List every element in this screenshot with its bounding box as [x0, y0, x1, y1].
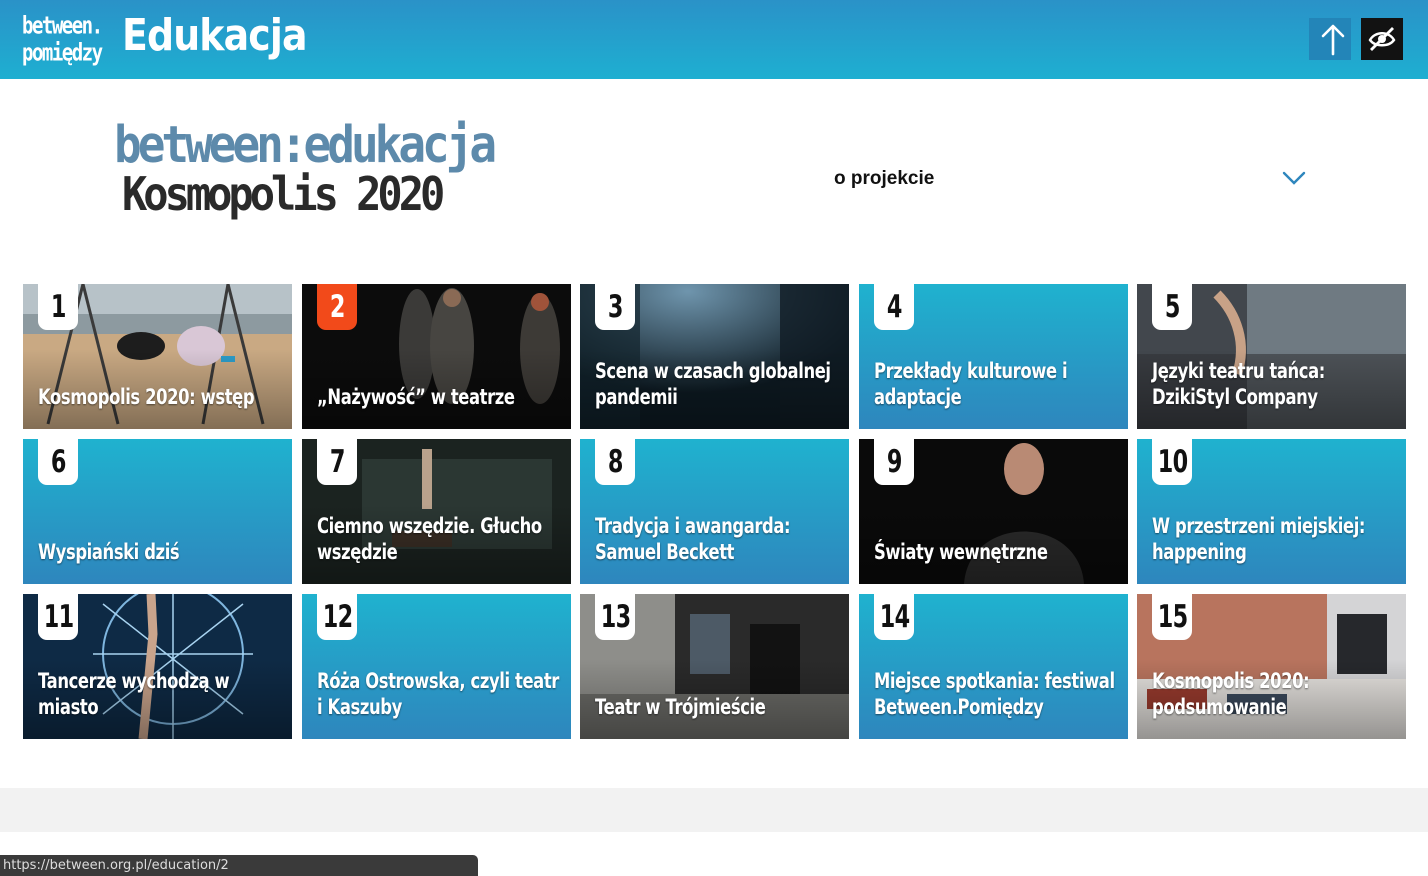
- tile-number: 9: [874, 439, 914, 485]
- footer-band: [0, 788, 1428, 832]
- logo-line-1: between:edukacja: [114, 114, 497, 175]
- tile-title: „Nażywość” w teatrze: [317, 385, 515, 409]
- tile-title: Ciemno wszędzie. Głucho wszędzie: [317, 514, 542, 564]
- tile-title: Scena w czasach globalnej pandemii: [595, 359, 831, 409]
- tile-number: 2: [317, 284, 357, 330]
- tile-number: 3: [595, 284, 635, 330]
- tile-title: Przekłady kulturowe i adaptacje: [874, 359, 1068, 409]
- tile-number: 4: [874, 284, 914, 330]
- tile-number: 15: [1152, 594, 1192, 640]
- logo-line-2: Kosmopolis 2020: [122, 166, 445, 221]
- tile-number: 6: [38, 439, 78, 485]
- brand-logo[interactable]: between. pomiędzy: [22, 12, 103, 67]
- tile-title: Kosmopolis 2020: podsumowanie: [1152, 669, 1310, 719]
- lesson-tile-7[interactable]: 7 Ciemno wszędzie. Głucho wszędzie: [302, 439, 571, 584]
- lesson-tile-15[interactable]: 15 Kosmopolis 2020: podsumowanie: [1137, 594, 1406, 739]
- lesson-tile-8[interactable]: 8 Tradycja i awangarda: Samuel Beckett: [580, 439, 849, 584]
- lesson-tile-4[interactable]: 4 Przekłady kulturowe i adaptacje: [859, 284, 1128, 429]
- lesson-tile-14[interactable]: 14 Miejsce spotkania: festiwal Between.P…: [859, 594, 1128, 739]
- tile-number: 10: [1152, 439, 1192, 485]
- lesson-tile-13[interactable]: 13 Teatr w Trójmieście: [580, 594, 849, 739]
- lesson-tile-11[interactable]: 11 Tancerze wychodzą w miasto: [23, 594, 292, 739]
- tile-number: 1: [38, 284, 78, 330]
- tile-title: Języki teatru tańca: DzikiStyl Company: [1152, 359, 1325, 409]
- about-project-toggle[interactable]: o projekcie: [834, 168, 934, 190]
- tile-number: 14: [874, 594, 914, 640]
- tile-title: Tancerze wychodzą w miasto: [38, 669, 230, 719]
- tile-title: Róża Ostrowska, czyli teatr i Kaszuby: [317, 669, 559, 719]
- lesson-tile-2[interactable]: 2 „Nażywość” w teatrze: [302, 284, 571, 429]
- tile-title: Miejsce spotkania: festiwal Between.Pomi…: [874, 669, 1115, 719]
- kosmopolis-logo: between:edukacja Kosmopolis 2020: [114, 116, 498, 220]
- brand-line-1: between.: [22, 12, 103, 40]
- chevron-down-icon[interactable]: [1282, 170, 1306, 186]
- contrast-toggle-button[interactable]: [1361, 18, 1403, 60]
- page-title: Edukacja: [122, 10, 307, 61]
- lesson-tile-3[interactable]: 3 Scena w czasach globalnej pandemii: [580, 284, 849, 429]
- arrow-up-icon: [1321, 24, 1345, 56]
- status-bar-url: https://between.org.pl/education/2: [0, 855, 478, 876]
- lesson-tile-1[interactable]: 1 Kosmopolis 2020: wstęp: [23, 284, 292, 429]
- lesson-tile-5[interactable]: 5 Języki teatru tańca: DzikiStyl Company: [1137, 284, 1406, 429]
- lesson-tile-6[interactable]: 6 Wyspiański dziś: [23, 439, 292, 584]
- tile-title: Wyspiański dziś: [38, 540, 180, 564]
- tile-number: 11: [38, 594, 78, 640]
- lesson-tile-9[interactable]: 9 Światy wewnętrzne: [859, 439, 1128, 584]
- tile-title: Kosmopolis 2020: wstęp: [38, 385, 255, 409]
- lesson-tile-12[interactable]: 12 Róża Ostrowska, czyli teatr i Kaszuby: [302, 594, 571, 739]
- tile-title: Teatr w Trójmieście: [595, 695, 766, 719]
- tile-number: 5: [1152, 284, 1192, 330]
- lesson-tile-10[interactable]: 10 W przestrzeni miejskiej: happening: [1137, 439, 1406, 584]
- eye-slash-icon: [1368, 27, 1396, 51]
- tile-number: 13: [595, 594, 635, 640]
- tile-title: Tradycja i awangarda: Samuel Beckett: [595, 514, 791, 564]
- tile-number: 7: [317, 439, 357, 485]
- tile-title: Światy wewnętrzne: [874, 540, 1048, 564]
- scroll-up-button[interactable]: [1309, 18, 1351, 60]
- tile-number: 12: [317, 594, 357, 640]
- top-bar: between. pomiędzy Edukacja: [0, 0, 1428, 79]
- tile-title: W przestrzeni miejskiej: happening: [1152, 514, 1366, 564]
- tile-number: 8: [595, 439, 635, 485]
- brand-line-2: pomiędzy: [22, 39, 103, 67]
